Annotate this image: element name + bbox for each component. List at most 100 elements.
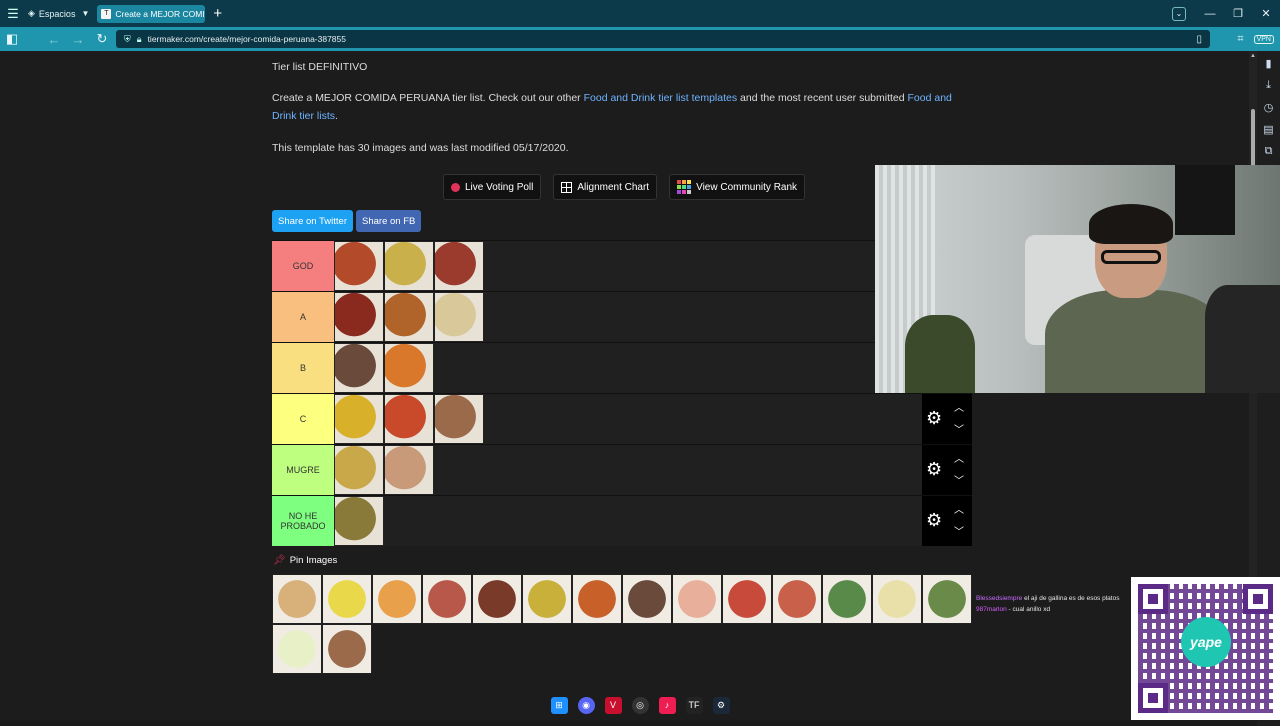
- gear-icon[interactable]: ⚙: [926, 408, 942, 429]
- notes-icon[interactable]: ▤: [1263, 123, 1273, 136]
- community-rank-button[interactable]: View Community Rank: [669, 174, 806, 200]
- tier-label[interactable]: C: [272, 394, 334, 444]
- url-field[interactable]: ⛨ 🔒︎ tiermaker.com/create/mejor-comida-p…: [116, 30, 1210, 48]
- page-subtitle: Tier list DEFINITIVO: [272, 61, 368, 73]
- food-image-tile[interactable]: [384, 394, 434, 444]
- food-image-tile[interactable]: [384, 292, 434, 342]
- pool-image-tile[interactable]: [922, 574, 972, 624]
- tier-label[interactable]: B: [272, 343, 334, 393]
- pool-image-tile[interactable]: [472, 574, 522, 624]
- pool-image-tile[interactable]: [872, 574, 922, 624]
- scroll-up-icon[interactable]: ▲: [1249, 53, 1257, 59]
- food-image-tile[interactable]: [434, 241, 484, 291]
- chevron-down-icon[interactable]: ﹀: [954, 472, 964, 487]
- food-drink-templates-link[interactable]: Food and Drink tier list templates: [584, 92, 737, 104]
- pin-images-toggle[interactable]: 📌︎ Pin Images: [273, 555, 337, 566]
- tiktok-icon[interactable]: ♪: [658, 696, 676, 714]
- pool-image-tile[interactable]: [372, 574, 422, 624]
- food-image-tile[interactable]: [334, 343, 384, 393]
- food-image-tile[interactable]: [334, 241, 384, 291]
- food-image-tile[interactable]: [384, 241, 434, 291]
- alignment-chart-label: Alignment Chart: [577, 181, 650, 193]
- tf-app-icon[interactable]: TF: [685, 696, 703, 714]
- tier-row: B: [272, 342, 972, 393]
- sidebar-toggle-icon[interactable]: ◧: [0, 31, 24, 47]
- template-info: This template has 30 images and was last…: [272, 142, 569, 154]
- pool-image-tile[interactable]: [572, 574, 622, 624]
- food-image-tile[interactable]: [434, 394, 484, 444]
- shield-icon[interactable]: ⛨: [124, 34, 131, 45]
- tier-list: GOD A B C ⚙ ︿ ﹀ MUGRE ⚙ ︿ ﹀ NO HE PROBADO ⚙ ︿ ﹀: [272, 240, 972, 546]
- live-voting-button[interactable]: Live Voting Poll: [443, 174, 542, 200]
- reload-button[interactable]: ↻: [90, 31, 114, 47]
- food-image-tile[interactable]: [384, 343, 434, 393]
- forward-button[interactable]: →: [66, 32, 90, 47]
- pool-image-tile[interactable]: [722, 574, 772, 624]
- pool-image-tile[interactable]: [772, 574, 822, 624]
- browser-tab-active[interactable]: T Create a MEJOR COMIDA P: [97, 4, 206, 23]
- back-button[interactable]: ←: [42, 32, 66, 47]
- history-icon[interactable]: ◷: [1264, 101, 1274, 114]
- pool-image-tile[interactable]: [522, 574, 572, 624]
- tier-row: C ⚙ ︿ ﹀: [272, 393, 972, 444]
- tier-label[interactable]: MUGRE: [272, 445, 334, 495]
- pin-icon: 📌︎: [273, 555, 286, 566]
- spaces-label: Espacios: [38, 8, 76, 19]
- pool-image-tile[interactable]: [672, 574, 722, 624]
- windows-start-icon[interactable]: ⊞: [550, 696, 568, 714]
- food-image-tile[interactable]: [384, 445, 434, 495]
- pool-image-tile[interactable]: [622, 574, 672, 624]
- food-image-tile[interactable]: [334, 496, 384, 546]
- food-image-tile[interactable]: [334, 292, 384, 342]
- tier-controls: ⚙ ︿ ﹀: [922, 445, 972, 495]
- qr-finder: [1138, 584, 1168, 614]
- close-button[interactable]: ✕: [1252, 7, 1280, 20]
- chevron-up-icon[interactable]: ︿: [954, 501, 964, 516]
- maximize-button[interactable]: ❐: [1224, 7, 1252, 20]
- chevron-down-icon[interactable]: ﹀: [954, 523, 964, 538]
- pool-image-tile[interactable]: [272, 574, 322, 624]
- pool-image-tile[interactable]: [272, 624, 322, 674]
- gear-icon[interactable]: ⚙: [926, 459, 942, 480]
- plant: [905, 315, 975, 393]
- window-controls: ⌄ — ❐ ✕: [1172, 0, 1280, 27]
- tab-list-dropdown-icon[interactable]: ⌄: [1172, 6, 1186, 21]
- food-image-tile[interactable]: [334, 394, 384, 444]
- chevron-up-icon[interactable]: ︿: [954, 399, 964, 414]
- tier-label[interactable]: NO HE PROBADO: [272, 496, 334, 546]
- discord-icon[interactable]: ◉: [577, 696, 595, 714]
- chevron-down-icon[interactable]: ﹀: [954, 421, 964, 436]
- chat-message: 987marlon - cual anillo xd: [976, 604, 1119, 615]
- minimize-button[interactable]: —: [1196, 8, 1224, 20]
- bookmark-icon[interactable]: ▯: [1196, 34, 1202, 45]
- vivaldi-icon[interactable]: V: [604, 696, 622, 714]
- pool-image-tile[interactable]: [822, 574, 872, 624]
- pool-image-tile[interactable]: [322, 624, 372, 674]
- vpn-badge[interactable]: VPN: [1253, 34, 1274, 44]
- screenshot-icon[interactable]: ⌗: [1237, 33, 1243, 46]
- bookmarks-panel-icon[interactable]: ▮: [1265, 57, 1271, 70]
- chat-message: Blessedsiempre el aji de gallina es de e…: [976, 593, 1119, 604]
- translate-icon[interactable]: ⧉: [1265, 145, 1273, 158]
- downloads-icon[interactable]: ⤓: [1266, 79, 1271, 92]
- tier-label[interactable]: A: [272, 292, 334, 342]
- obs-icon[interactable]: ◎: [631, 696, 649, 714]
- pin-images-label: Pin Images: [289, 555, 338, 566]
- webcam-overlay: [875, 165, 1280, 393]
- spaces-selector[interactable]: ◈ Espacios ▼: [28, 8, 89, 19]
- steam-icon[interactable]: ⚙: [712, 696, 730, 714]
- food-image-tile[interactable]: [334, 445, 384, 495]
- alignment-chart-button[interactable]: Alignment Chart: [553, 174, 658, 200]
- menu-icon[interactable]: ☰: [0, 6, 26, 22]
- food-image-tile[interactable]: [434, 292, 484, 342]
- pool-image-tile[interactable]: [322, 574, 372, 624]
- gear-icon[interactable]: ⚙: [926, 510, 942, 531]
- share-twitter-button[interactable]: Share on Twitter: [272, 210, 354, 232]
- pool-image-tile[interactable]: [422, 574, 472, 624]
- new-tab-button[interactable]: +: [213, 5, 222, 22]
- chevron-up-icon[interactable]: ︿: [954, 450, 964, 465]
- tier-label[interactable]: GOD: [272, 241, 334, 291]
- record-dot-icon: [451, 182, 460, 192]
- share-fb-button[interactable]: Share on FB: [356, 210, 422, 232]
- tier-items: [334, 292, 484, 342]
